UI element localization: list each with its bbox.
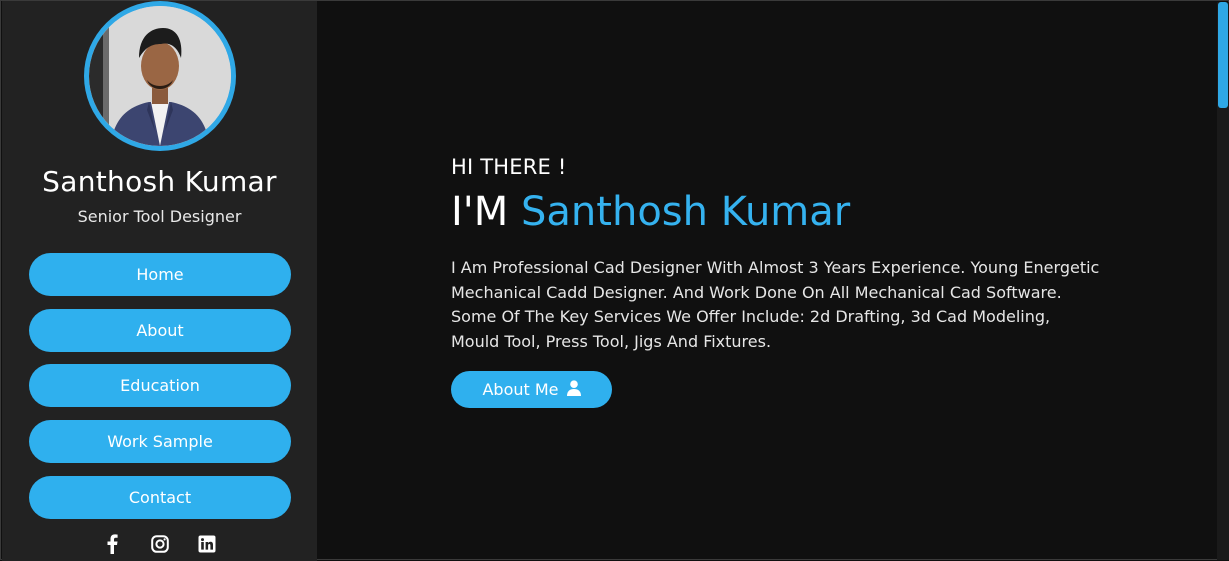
facebook-icon[interactable]	[101, 533, 123, 555]
avatar-photo	[89, 6, 231, 146]
hero-headline: I'M Santhosh Kumar	[451, 189, 850, 235]
user-icon	[566, 379, 581, 400]
page: Santhosh Kumar Senior Tool Designer Home…	[0, 0, 1229, 561]
hero-description: I Am Professional Cad Designer With Almo…	[451, 258, 1100, 351]
about-me-button[interactable]: About Me	[451, 371, 612, 408]
profile-name: Santhosh Kumar	[42, 165, 277, 198]
nav-home-button[interactable]: Home	[29, 253, 291, 296]
hero-greeting: HI THERE !	[451, 155, 567, 179]
sidebar: Santhosh Kumar Senior Tool Designer Home…	[2, 1, 317, 561]
about-me-label: About Me	[482, 380, 559, 399]
hero-im: I'M	[451, 189, 509, 235]
instagram-icon[interactable]	[149, 533, 171, 555]
profile-role: Senior Tool Designer	[77, 207, 242, 226]
nav-contact-button[interactable]: Contact	[29, 476, 291, 519]
scrollbar-thumb[interactable]	[1218, 2, 1228, 108]
nav-about-button[interactable]: About	[29, 309, 291, 352]
hero-section: HI THERE ! I'M Santhosh Kumar I Am Profe…	[317, 1, 1217, 561]
nav-work-sample-button[interactable]: Work Sample	[29, 420, 291, 463]
nav-education-button[interactable]: Education	[29, 364, 291, 407]
avatar	[84, 1, 236, 151]
linkedin-icon[interactable]	[196, 533, 218, 555]
hero-name: Santhosh Kumar	[521, 189, 851, 235]
social-links	[2, 533, 317, 557]
